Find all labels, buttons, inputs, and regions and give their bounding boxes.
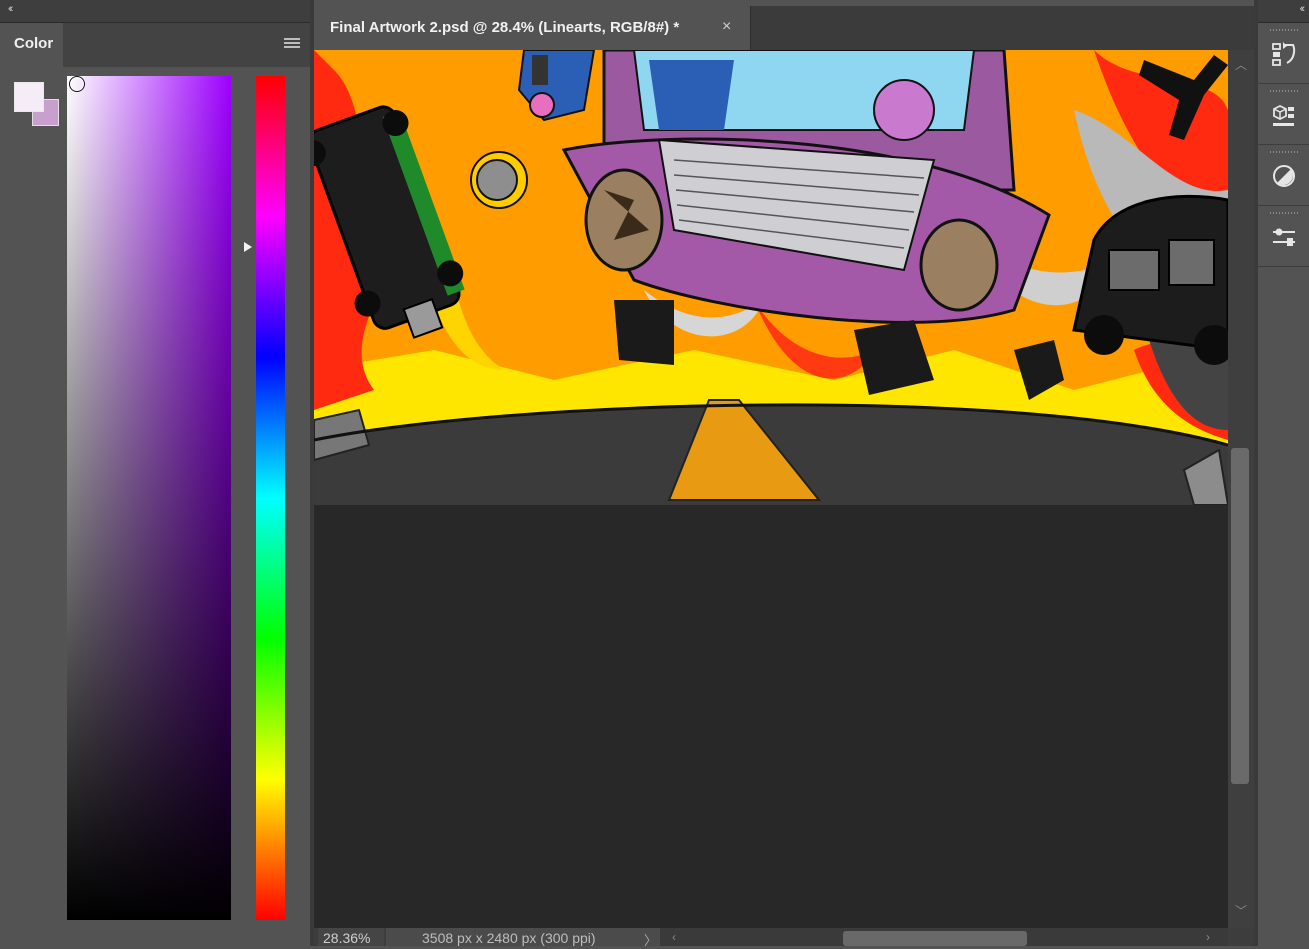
properties-icon (1273, 228, 1295, 246)
libraries-3d-icon (1273, 104, 1294, 126)
adjustments-panel-button[interactable] (1258, 147, 1309, 206)
saturation-brightness-field[interactable] (67, 76, 231, 920)
close-icon[interactable]: × (722, 18, 731, 36)
document-tab[interactable]: Final Artwork 2.psd @ 28.4% (Linearts, R… (314, 6, 751, 50)
tab-color-label: Color (14, 35, 54, 52)
double-chevron-right-icon[interactable]: ‹‹ (1300, 3, 1306, 15)
artwork-image (314, 50, 1228, 505)
canvas-area[interactable] (314, 50, 1228, 928)
tab-color[interactable]: Color (0, 23, 63, 67)
horizontal-scrollbar-thumb[interactable] (843, 931, 1027, 946)
double-chevron-left-icon[interactable]: ‹‹ (8, 3, 14, 15)
zoom-level-field[interactable]: 28.36% (318, 928, 384, 946)
color-picker-cursor[interactable] (69, 76, 85, 92)
chevron-right-icon[interactable]: 〉 (644, 930, 657, 949)
document-tab-title: Final Artwork 2.psd @ 28.4% (Linearts, R… (330, 19, 680, 36)
right-panel-collapse-bar[interactable]: ‹‹ (1258, 0, 1309, 23)
document-info[interactable]: 3508 px x 2480 px (300 ppi) (386, 928, 660, 946)
hue-slider-handle[interactable] (244, 242, 252, 252)
libraries-panel-button[interactable] (1258, 86, 1309, 145)
scroll-right-icon[interactable]: › (1206, 930, 1210, 944)
hamburger-menu-icon[interactable] (284, 38, 300, 50)
scroll-down-icon[interactable]: ﹀ (1235, 902, 1247, 919)
vertical-scrollbar-thumb[interactable] (1231, 448, 1249, 784)
foreground-color-swatch[interactable] (14, 82, 44, 112)
scroll-up-icon[interactable]: ︿ (1235, 56, 1247, 73)
history-icon (1272, 42, 1296, 66)
properties-panel-button[interactable] (1258, 208, 1309, 267)
adjustments-icon (1273, 165, 1295, 187)
history-panel-button[interactable] (1258, 25, 1309, 84)
hue-slider[interactable] (256, 76, 285, 920)
scroll-left-icon[interactable]: ‹ (672, 930, 676, 944)
left-panel-collapse-bar[interactable]: ‹‹ (0, 0, 310, 23)
